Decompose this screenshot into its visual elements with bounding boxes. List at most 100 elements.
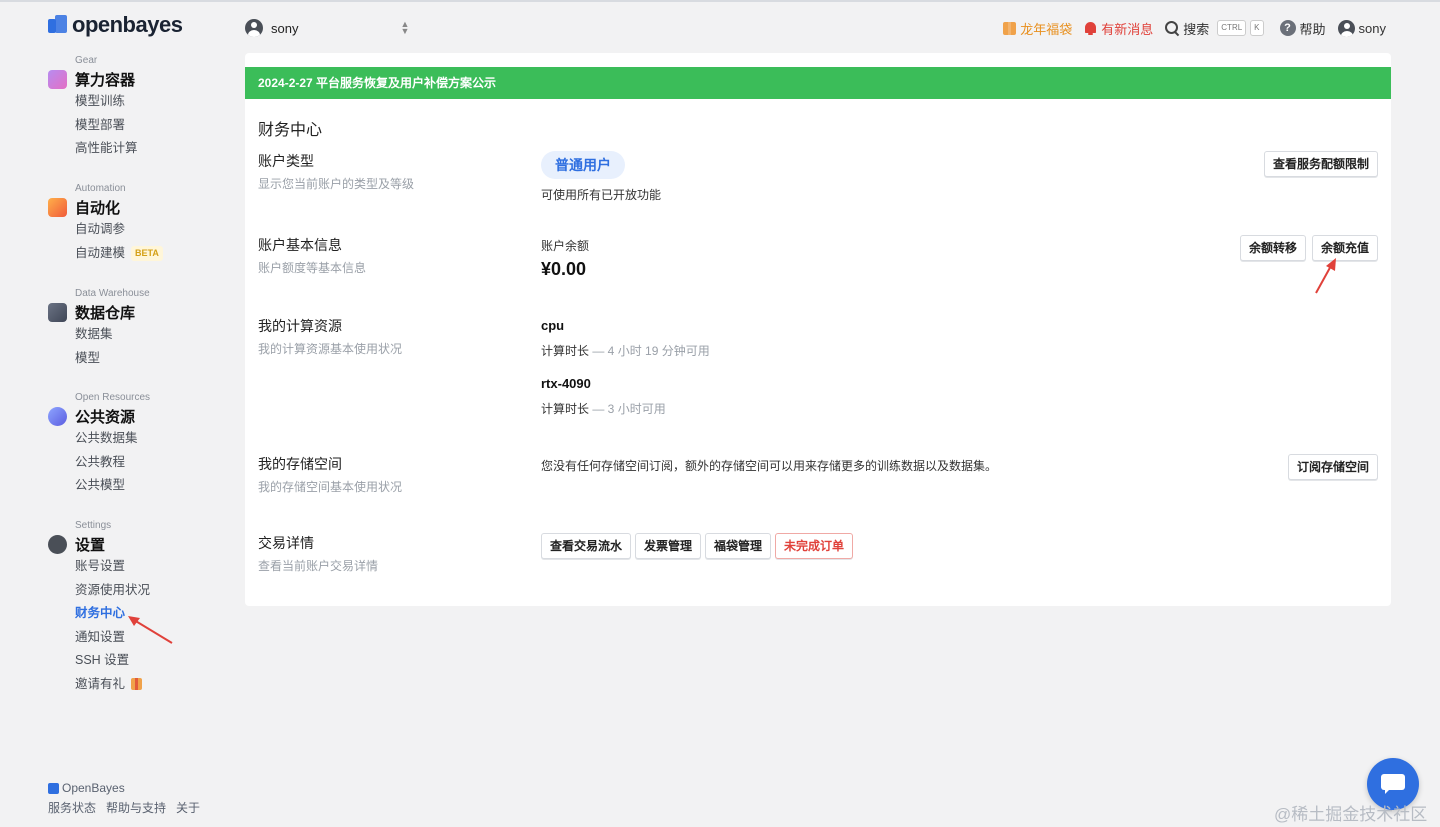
compute-resources: cpu 计算时长 — 4 小时 19 分钟可用 rtx-4090 计算时长 — … [541,318,710,417]
sidebar-item-auto-modeling[interactable]: 自动建模 BETA [75,242,163,266]
footer-link-help[interactable]: 帮助与支持 [106,799,166,816]
row-desc: 我的存储空间基本使用状况 [258,480,403,494]
row-label: 我的计算资源 [258,318,342,334]
sidebar-item-ssh-settings[interactable]: SSH 设置 [75,649,150,673]
resource-usage-prefix: 计算时长 [541,402,590,416]
section-open-resources: Open Resources 公共资源 公共数据集 公共教程 公共模型 [48,392,150,498]
section-head-gear[interactable]: 算力容器 [48,68,138,90]
balance-value: ¥0.00 [541,259,587,279]
resource-item: rtx-4090 计算时长 — 3 小时可用 [541,376,710,417]
resource-name: cpu [541,318,565,333]
promo-link[interactable]: 龙年福袋 [1003,19,1072,38]
help-label: 帮助 [1299,21,1326,37]
section-kicker: Gear [75,55,98,66]
sidebar-item-resource-usage[interactable]: 资源使用状况 [75,579,150,603]
sidebar-item-invite[interactable]: 邀请有礼 [75,673,150,697]
search-icon [1165,21,1179,35]
subscribe-storage-button[interactable]: 订阅存储空间 [1287,454,1378,480]
sidebar-item-datasets[interactable]: 数据集 [75,323,150,347]
chevron-updown-icon: ▲ ▼ [400,19,410,36]
org-switcher[interactable]: sony ▲ ▼ [245,17,410,39]
sidebar-item-label: 邀请有礼 [75,676,126,691]
notifications-link[interactable]: 有新消息 [1084,19,1153,38]
section-kicker: Settings [75,520,112,531]
automation-icon [48,197,67,217]
cube-icon [48,69,67,89]
view-quota-button[interactable]: 查看服务配额限制 [1263,151,1378,177]
row-transactions: 交易详情 查看当前账户交易详情 查看交易流水 发票管理 福袋管理 未完成订单 [258,533,1378,574]
annotation-arrow-recharge [1315,258,1336,294]
section-title: 设置 [75,536,106,554]
finance-card: 2024-2-27 平台服务恢复及用户补偿方案公示 财务中心 账户类型 显示您当… [245,53,1391,606]
gear-icon [48,534,67,554]
sidebar-item-public-tutorials[interactable]: 公共教程 [75,451,150,475]
account-type-badge: 普通用户 [541,151,625,179]
section-title: 数据仓库 [75,304,136,322]
view-transactions-button[interactable]: 查看交易流水 [541,533,632,559]
row-desc: 显示您当前账户的类型及等级 [258,177,415,191]
row-account-type: 账户类型 显示您当前账户的类型及等级 普通用户 可使用所有已开放功能 查看服务配… [258,151,1378,202]
avatar [245,19,263,37]
chat-bubble-icon [1381,774,1405,794]
section-kicker: Data Warehouse [75,288,150,299]
section-gear: Gear 算力容器 模型训练 模型部署 高性能计算 [48,55,138,161]
account-type-value: 普通用户 可使用所有已开放功能 [541,151,661,203]
section-head-data-warehouse[interactable]: 数据仓库 [48,301,150,323]
page-title: 财务中心 [258,122,323,139]
sidebar: openbayes Gear 算力容器 模型训练 模型部署 高性能计算 Auto… [0,0,230,827]
search-label: 搜索 [1183,21,1210,37]
row-desc: 我的计算资源基本使用状况 [258,342,403,356]
sidebar-item-model-deploy[interactable]: 模型部署 [75,114,138,138]
row-compute: 我的计算资源 我的计算资源基本使用状况 cpu 计算时长 — 4 小时 19 分… [258,316,1378,416]
help-icon: ? [1279,20,1296,36]
footer-links: 服务状态 帮助与支持 关于 [48,799,200,816]
gift-icon [131,678,143,691]
logo[interactable]: openbayes [48,12,183,38]
notifications-label: 有新消息 [1101,21,1154,37]
search-button[interactable]: 搜索 CTRL K [1165,19,1264,38]
org-name: sony [271,20,299,36]
sidebar-item-public-datasets[interactable]: 公共数据集 [75,427,150,451]
sidebar-item-account-settings[interactable]: 账号设置 [75,555,150,579]
logo-icon [48,15,68,35]
footer-link-status[interactable]: 服务状态 [48,799,96,816]
sidebar-item-public-models[interactable]: 公共模型 [75,474,150,498]
sidebar-item-auto-tuning[interactable]: 自动调参 [75,218,163,242]
kbd-ctrl: CTRL [1217,20,1247,36]
header-actions: 龙年福袋 有新消息 搜索 CTRL K ? 帮助 sony [1003,17,1386,39]
section-head-open-resources[interactable]: 公共资源 [48,405,150,427]
section-data-warehouse: Data Warehouse 数据仓库 数据集 模型 [48,288,150,370]
pending-orders-button[interactable]: 未完成订单 [775,533,854,559]
section-head-settings[interactable]: 设置 [48,533,150,555]
user-avatar [1337,19,1355,37]
balance-transfer-button[interactable]: 余额转移 [1239,235,1306,261]
balance-label: 账户余额 [541,239,590,253]
row-basic-info: 账户基本信息 账户额度等基本信息 账户余额 ¥0.00 余额转移 余额充值 [258,235,1378,279]
sidebar-item-models[interactable]: 模型 [75,347,150,371]
announcement-banner[interactable]: 2024-2-27 平台服务恢复及用户补偿方案公示 [245,67,1391,99]
resource-usage: 计算时长 — 4 小时 19 分钟可用 [541,342,710,359]
user-menu[interactable]: sony [1337,19,1386,37]
promo-label: 龙年福袋 [1020,21,1073,37]
sidebar-item-hpc[interactable]: 高性能计算 [75,137,138,161]
logo-text: openbayes [72,12,183,37]
bell-icon [1084,21,1097,35]
watermark: @稀土掘金技术社区 [1274,805,1428,824]
footer-brand-text: OpenBayes [62,781,125,795]
transaction-buttons: 查看交易流水 发票管理 福袋管理 未完成订单 [541,533,854,559]
section-title: 算力容器 [75,71,136,89]
footer-link-about[interactable]: 关于 [176,799,200,816]
row-label: 账户基本信息 [258,237,342,253]
invoice-management-button[interactable]: 发票管理 [635,533,702,559]
help-link[interactable]: ? 帮助 [1279,19,1326,38]
storage-note: 您没有任何存储空间订阅，额外的存储空间可以用来存储更多的训练数据以及数据集。 [541,459,998,473]
sidebar-footer: OpenBayes 服务状态 帮助与支持 关于 [48,780,200,816]
section-head-automation[interactable]: 自动化 [48,196,163,218]
section-kicker: Automation [75,183,126,194]
resource-item: cpu 计算时长 — 4 小时 19 分钟可用 [541,318,710,359]
sidebar-item-model-training[interactable]: 模型训练 [75,90,138,114]
resource-usage-detail: — 4 小时 19 分钟可用 [589,344,710,358]
lucky-bag-management-button[interactable]: 福袋管理 [705,533,772,559]
row-desc: 查看当前账户交易详情 [258,559,379,573]
sidebar-item-label: 自动建模 [75,245,126,260]
